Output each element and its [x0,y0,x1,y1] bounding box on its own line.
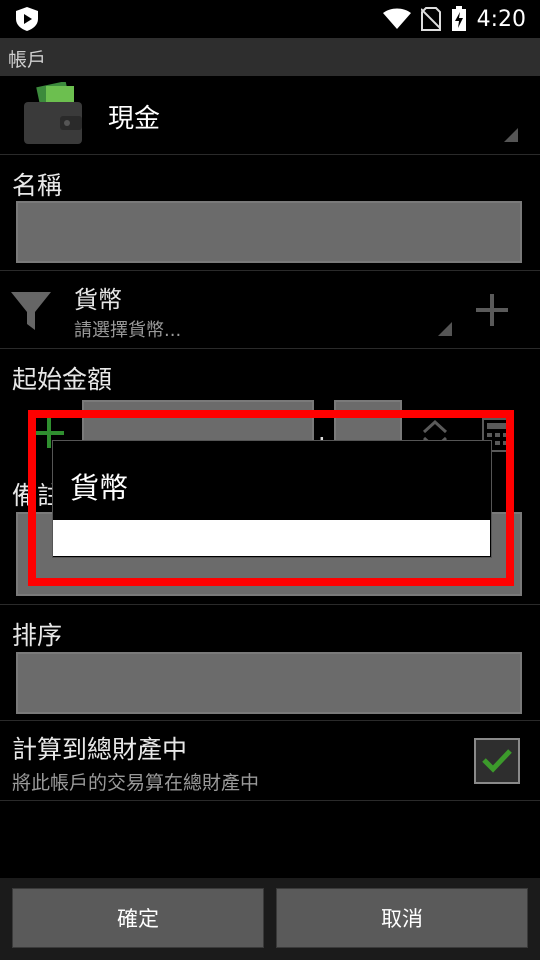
include-total-subtitle: 將此帳戶的交易算在總財產中 [12,772,260,794]
filter-icon [11,292,51,330]
account-spinner-indicator[interactable] [504,128,518,142]
currency-title[interactable]: 貨幣 [74,280,122,315]
include-total-title: 計算到總財產中 [12,735,188,764]
name-label: 名稱 [12,171,63,200]
divider [0,154,540,155]
starting-amount-label: 起始金額 [12,365,113,394]
check-icon [482,749,512,773]
confirm-button[interactable]: 確定 [12,888,264,948]
currency-placeholder[interactable]: 請選擇貨幣... [74,316,181,342]
divider [0,270,540,271]
dialog-title: 貨幣 [70,471,129,505]
account-name[interactable]: 現金 [108,98,160,135]
add-currency-icon[interactable] [474,292,510,328]
sort-label: 排序 [12,621,63,650]
divider [0,348,540,349]
page-title: 帳戶 [8,49,47,71]
wallet-icon [24,82,82,144]
app-shield-icon [16,7,38,31]
include-total-checkbox[interactable] [474,738,520,784]
divider [0,604,540,605]
sort-input[interactable] [16,652,522,714]
currency-spinner-indicator[interactable] [438,322,452,336]
name-input[interactable] [16,201,522,263]
cancel-button[interactable]: 取消 [276,888,528,948]
no-sim-icon [420,7,441,31]
divider [0,720,540,721]
status-icons: 4:20 [382,6,526,32]
wifi-icon [382,8,411,29]
divider [0,800,540,801]
title-bar: 帳戶 [0,38,540,76]
dialog-list[interactable] [53,520,490,556]
battery-charging-icon [451,6,466,31]
status-time: 4:20 [476,6,526,32]
